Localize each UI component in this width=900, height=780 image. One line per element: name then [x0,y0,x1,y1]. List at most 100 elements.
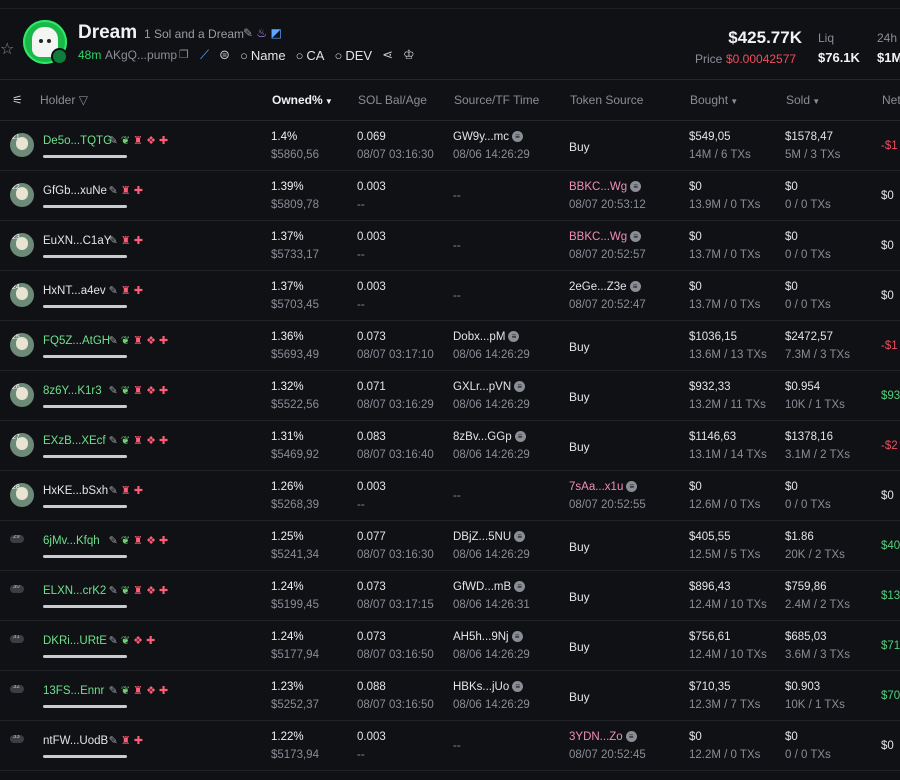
table-row[interactable]: 33 ntFW...UodB ✎ ♜ ✚ 1.22% $5173,94 0.003 -- -… [0,721,900,771]
column-holder[interactable]: Holder ▽ [40,93,88,107]
twitter-icon[interactable]: ◩ [271,26,282,40]
sol-balance: 0.088 [357,681,386,693]
owned-percent: 1.4% [271,131,298,143]
holder-address[interactable]: EXzB...XEcf [43,435,106,447]
search-dev-link[interactable]: ○ DEV [334,48,372,63]
holder-rank: 33 [13,735,20,740]
column-bought[interactable]: Bought ▼ [690,93,738,107]
table-row[interactable]: 24 HxNT...a4ev ✎ ♜ ✚ 1.37% $5703,45 0.003 -- -… [0,271,900,321]
table-row[interactable]: 31 DKRi...URtE ✎ ❦ ❖ ✚ 1.24% $5177,94 0.073 0… [0,621,900,671]
funding-source[interactable]: GW9y...mc ≡ [453,131,524,143]
funding-source-empty: -- [453,240,461,252]
edit-icon[interactable]: ✎ [243,26,253,40]
table-row[interactable]: 25 FQ5Z...AtGH ✎ ❦ ♜ ❖ ✚ 1.36% $5693,49 0.07… [0,321,900,371]
edit-icon[interactable]: ✎ [109,735,118,747]
column-owned[interactable]: Owned% ▼ [272,93,333,107]
owned-percent: 1.32% [271,381,304,393]
holder-address[interactable]: 8z6Y...K1r3 [43,385,102,397]
favorite-star-icon[interactable]: ☆ [0,39,14,59]
bought-usd: $405,55 [689,531,731,543]
sniper-leaf-icon: ❦ [120,335,131,347]
table-row[interactable]: 22 GfGb...xuNe ✎ ♜ ✚ 1.39% $5809,78 0.003 -- -… [0,171,900,221]
crown-icon[interactable]: ♔ [403,47,415,63]
net-pnl: $71 [881,640,900,652]
funding-source-address: DBjZ...5NU [453,531,512,543]
search-name-link[interactable]: ○ Name [240,48,286,63]
column-settings-icon[interactable]: ⚟ [12,93,23,107]
edit-icon[interactable]: ✎ [109,285,118,297]
copy-icon[interactable]: ❐ [179,48,189,61]
bought-usd: $0 [689,731,702,743]
holder-address[interactable]: HxNT...a4ev [43,285,106,297]
pump-link-icon[interactable]: ⟋ [200,47,209,63]
table-row[interactable]: 30 ELXN...crK2 ✎ ❦ ♜ ❖ ✚ 1.24% $5199,45 0.07… [0,571,900,621]
funding-source[interactable]: HBKs...jUo ≡ [453,681,524,693]
sold-usd: $0.954 [785,381,821,393]
token-source-address[interactable]: 7sAa...x1u ≡ [569,481,638,493]
bought-usd: $0 [689,481,702,493]
owned-percent: 1.31% [271,431,304,443]
table-row[interactable]: 32 13FS...Ennr ✎ ❦ ♜ ❖ ✚ 1.23% $5252,37 0.08… [0,671,900,721]
bought-usd: $0 [689,181,702,193]
holder-address[interactable]: HxKE...bSxh [43,485,108,497]
table-row[interactable]: 21 De5o...TQTG ✎ ❦ ♜ ❖ ✚ 1.4% $5860,56 0.069… [0,121,900,171]
edit-icon[interactable]: ✎ [109,585,118,597]
funding-source[interactable]: Dobx...pM ≡ [453,331,520,343]
token-address[interactable]: AKgQ...pump [105,48,177,62]
table-row[interactable]: 29 6jMv...Kfqh ✎ ❦ ♜ ❖ ✚ 1.25% $5241,34 0.07… [0,521,900,571]
holder-address[interactable]: EuXN...C1aY [43,235,111,247]
edit-icon[interactable]: ✎ [109,335,118,347]
column-token-source[interactable]: Token Source [570,93,643,107]
edit-icon[interactable]: ✎ [109,535,118,547]
holder-address[interactable]: 13FS...Ennr [43,685,104,697]
column-bought-label: Bought [690,93,729,107]
pill-icon: ✚ [159,685,169,697]
edit-icon[interactable]: ✎ [109,485,118,497]
edit-icon[interactable]: ✎ [109,185,118,197]
holder-address[interactable]: 6jMv...Kfqh [43,535,100,547]
funding-time: 08/06 14:26:29 [453,549,530,561]
table-row[interactable]: 28 HxKE...bSxh ✎ ♜ ✚ 1.26% $5268,39 0.003 -- -… [0,471,900,521]
bag-icon: ♜ [120,235,131,247]
column-sold[interactable]: Sold ▼ [786,93,820,107]
bought-usd: $896,43 [689,581,731,593]
funding-source[interactable]: 8zBv...GGp ≡ [453,431,526,443]
token-source-time: 08/07 20:52:57 [569,249,646,261]
table-row[interactable]: 26 8z6Y...K1r3 ✎ ❦ ♜ ❖ ✚ 1.32% $5522,56 0.07… [0,371,900,421]
edit-icon[interactable]: ✎ [109,385,118,397]
website-icon[interactable]: ⊜ [219,47,230,63]
edit-icon[interactable]: ✎ [109,635,118,647]
holder-rank-badge: 33 [10,735,24,743]
token-source-address[interactable]: BBKC...Wg ≡ [569,231,642,243]
edit-icon[interactable]: ✎ [109,135,118,147]
token-source-address[interactable]: 2eGe...Z3e ≡ [569,281,641,293]
token-source-type: Buy [569,140,590,154]
token-source-address[interactable]: BBKC...Wg ≡ [569,181,642,193]
table-row[interactable]: 23 EuXN...C1aY ✎ ♜ ✚ 1.37% $5733,17 0.003 -- -… [0,221,900,271]
edit-icon[interactable]: ✎ [109,685,118,697]
column-source[interactable]: Source/TF Time [454,93,539,107]
funding-source[interactable]: DBjZ...5NU ≡ [453,531,526,543]
holder-address[interactable]: FQ5Z...AtGH [43,335,110,347]
funding-source[interactable]: GfWD...mB ≡ [453,581,526,593]
holder-address[interactable]: ELXN...crK2 [43,585,106,597]
search-ca-link[interactable]: ○ CA [296,48,325,63]
column-net[interactable]: Net [882,93,900,107]
edit-icon[interactable]: ✎ [109,235,118,247]
funding-source[interactable]: AH5h...9Nj ≡ [453,631,523,643]
table-row[interactable]: 27 EXzB...XEcf ✎ ❦ ♜ ❖ ✚ 1.31% $5469,92 0.08… [0,421,900,471]
holder-balance-bar [43,205,127,208]
column-sol-balance[interactable]: SOL Bal/Age [358,93,427,107]
column-holder-label: Holder [40,93,76,107]
holder-avatar: 23 [10,233,34,257]
filter-icon[interactable]: ▽ [79,93,88,107]
share-icon[interactable]: ⋖ [382,47,393,63]
holder-address[interactable]: De5o...TQTG [43,135,112,147]
funding-source[interactable]: GXLr...pVN ≡ [453,381,526,393]
holder-address[interactable]: GfGb...xuNe [43,185,107,197]
edit-icon[interactable]: ✎ [109,435,118,447]
token-source-address[interactable]: 3YDN...Zo ≡ [569,731,637,743]
holder-address[interactable]: DKRi...URtE [43,635,107,647]
holder-address[interactable]: ntFW...UodB [43,735,108,747]
solana-icon: ≡ [625,731,637,743]
